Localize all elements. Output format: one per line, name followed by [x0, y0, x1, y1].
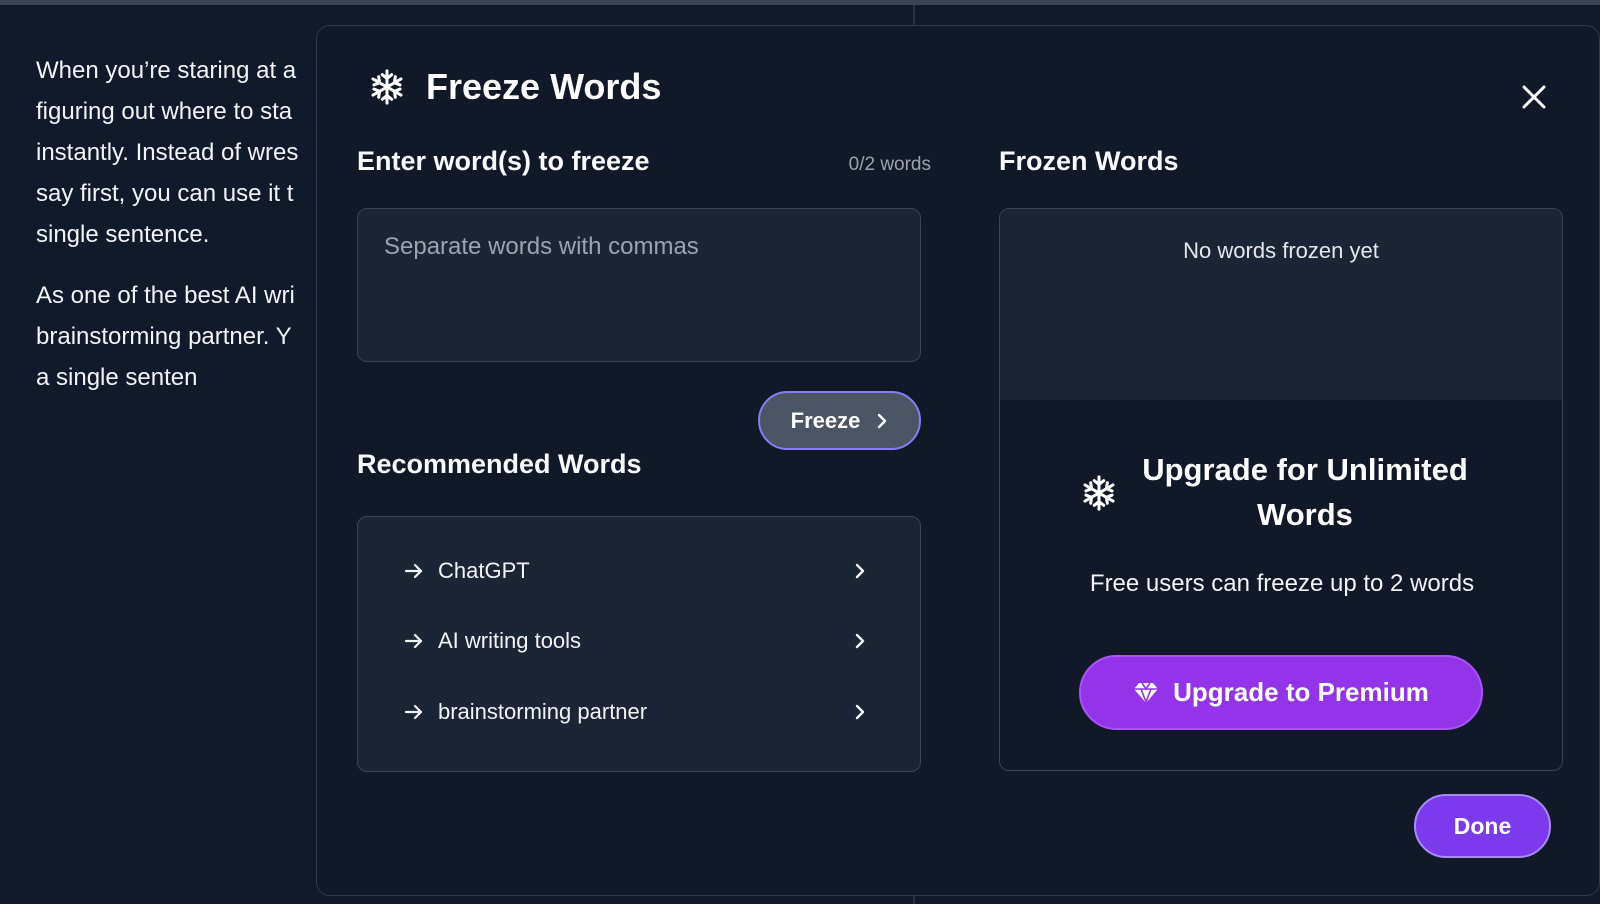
freeze-button[interactable]: Freeze — [758, 391, 921, 450]
recommended-word-item[interactable]: AI writing tools — [404, 621, 870, 661]
done-button[interactable]: Done — [1414, 794, 1551, 858]
article-line: say first, you can use it t — [36, 180, 294, 207]
arrow-right-icon — [404, 563, 426, 579]
freeze-words-modal: Freeze Words Enter word(s) to freeze 0/2… — [316, 25, 1600, 896]
background-article: When you’re staring at a figuring out wh… — [36, 50, 326, 418]
article-paragraph-1: When you’re staring at a figuring out wh… — [36, 50, 326, 255]
frozen-words-title: Frozen Words — [999, 146, 1179, 176]
article-line: As one of the best AI wri — [36, 282, 295, 309]
freeze-button-label: Freeze — [790, 407, 861, 433]
article-paragraph-2: As one of the best AI wri brainstorming … — [36, 275, 326, 398]
upgrade-title: Upgrade for Unlimited Words — [1142, 452, 1468, 532]
diamond-icon — [1134, 682, 1159, 704]
article-line: instantly. Instead of wres — [36, 139, 299, 166]
recommended-word-item[interactable]: brainstorming partner — [404, 692, 870, 732]
word-count: 0/2 words — [848, 154, 931, 175]
modal-title: Freeze Words — [426, 66, 662, 107]
close-icon — [1522, 85, 1546, 109]
recommended-word-item[interactable]: ChatGPT — [404, 551, 870, 591]
chevron-right-icon — [854, 562, 870, 580]
recommended-word-label: brainstorming partner — [438, 699, 648, 724]
article-line: a single senten — [36, 364, 198, 391]
chevron-right-icon — [854, 632, 870, 650]
close-button[interactable] — [1517, 80, 1551, 114]
upgrade-premium-button[interactable]: Upgrade to Premium — [1079, 655, 1483, 730]
article-line: single sentence. — [36, 221, 210, 248]
article-line: figuring out where to sta — [36, 98, 293, 125]
article-line: When you’re staring at a — [36, 57, 297, 84]
recommended-words-title: Recommended Words — [357, 449, 642, 479]
chevron-right-icon — [878, 413, 887, 428]
recommended-word-label: ChatGPT — [438, 558, 530, 583]
snowflake-icon — [368, 68, 406, 106]
enter-words-title: Enter word(s) to freeze — [357, 146, 650, 176]
upgrade-subtitle: Free users can freeze up to 2 words — [1089, 570, 1475, 597]
article-line: brainstorming partner. Y — [36, 323, 292, 350]
upgrade-premium-label: Upgrade to Premium — [1173, 677, 1429, 707]
snowflake-icon — [1080, 474, 1118, 517]
frozen-words-panel: No words frozen yet Upgrade for Unlimite… — [999, 208, 1563, 771]
empty-state-message: No words frozen yet — [1183, 238, 1379, 263]
freeze-words-input[interactable] — [358, 209, 920, 361]
frozen-words-list: No words frozen yet — [1000, 209, 1562, 400]
recommended-word-label: AI writing tools — [438, 628, 582, 653]
recommended-words-list: ChatGPT AI writing tools brainstorming p… — [357, 516, 921, 772]
modal-header: Freeze Words — [368, 62, 661, 112]
arrow-right-icon — [404, 704, 426, 720]
arrow-right-icon — [404, 633, 426, 649]
freeze-words-input-box — [357, 208, 921, 362]
top-border — [0, 0, 1600, 5]
chevron-right-icon — [854, 703, 870, 721]
